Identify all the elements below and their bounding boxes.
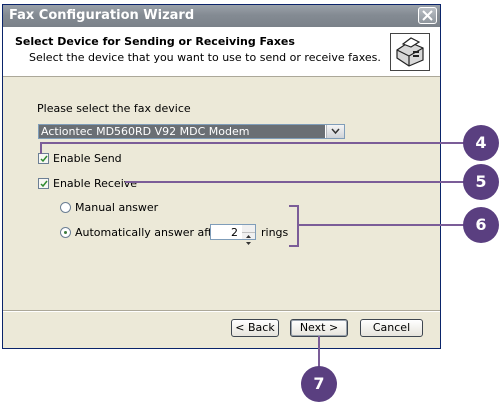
fax-configuration-wizard-window: Fax Configuration Wizard Select Device f…: [2, 4, 441, 349]
radio-selected-dot: [64, 231, 67, 234]
header-title: Select Device for Sending or Receiving F…: [15, 35, 295, 48]
rings-count-input[interactable]: 2: [210, 224, 243, 240]
rings-count-value: 2: [231, 226, 238, 239]
close-icon: [422, 10, 433, 21]
checkmark-icon: [40, 155, 48, 163]
manual-answer-label: Manual answer: [75, 201, 159, 214]
callout-4-leader: [40, 142, 42, 154]
cancel-button[interactable]: Cancel: [360, 319, 423, 337]
callout-5-line: [125, 181, 481, 183]
enable-send-label: Enable Send: [53, 152, 122, 165]
fax-device-dropdown[interactable]: Actiontec MD560RD V92 MDC Modem: [38, 124, 345, 139]
fax-device-selected-value: Actiontec MD560RD V92 MDC Modem: [39, 125, 325, 138]
callout-5-badge: 5: [463, 164, 499, 200]
enable-send-checkbox[interactable]: [38, 153, 49, 164]
next-button[interactable]: Next >: [290, 319, 348, 337]
arrow-down-icon: [246, 242, 251, 245]
device-select-label: Please select the fax device: [37, 102, 191, 115]
checkmark-icon: [40, 180, 48, 188]
rings-label: rings: [261, 226, 289, 239]
callout-7-line: [318, 336, 320, 370]
callout-6-badge: 6: [463, 207, 499, 243]
back-button[interactable]: < Back: [231, 319, 279, 337]
footer-divider: [3, 310, 440, 312]
title-bar: Fax Configuration Wizard: [3, 5, 440, 27]
callout-4-badge: 4: [463, 125, 499, 161]
dropdown-toggle[interactable]: [326, 125, 344, 138]
manual-answer-radio[interactable]: [60, 202, 71, 213]
enable-receive-label: Enable Receive: [53, 177, 138, 190]
callout-7-badge: 7: [301, 366, 337, 402]
callout-6-line: [299, 224, 481, 226]
auto-answer-radio[interactable]: [60, 227, 71, 238]
auto-answer-label: Automatically answer after: [75, 226, 224, 239]
rings-spinner[interactable]: [242, 224, 256, 245]
callout-4-line: [40, 142, 481, 144]
wizard-header: Select Device for Sending or Receiving F…: [3, 27, 440, 77]
enable-receive-checkbox[interactable]: [38, 178, 49, 189]
fax-machine-icon: [390, 33, 430, 71]
chevron-down-icon: [331, 128, 340, 135]
spin-down-button[interactable]: [242, 232, 255, 245]
close-button[interactable]: [418, 7, 437, 24]
header-subtitle: Select the device that you want to use t…: [29, 51, 381, 64]
callout-6-bracket: [289, 205, 299, 247]
window-title: Fax Configuration Wizard: [9, 8, 195, 23]
